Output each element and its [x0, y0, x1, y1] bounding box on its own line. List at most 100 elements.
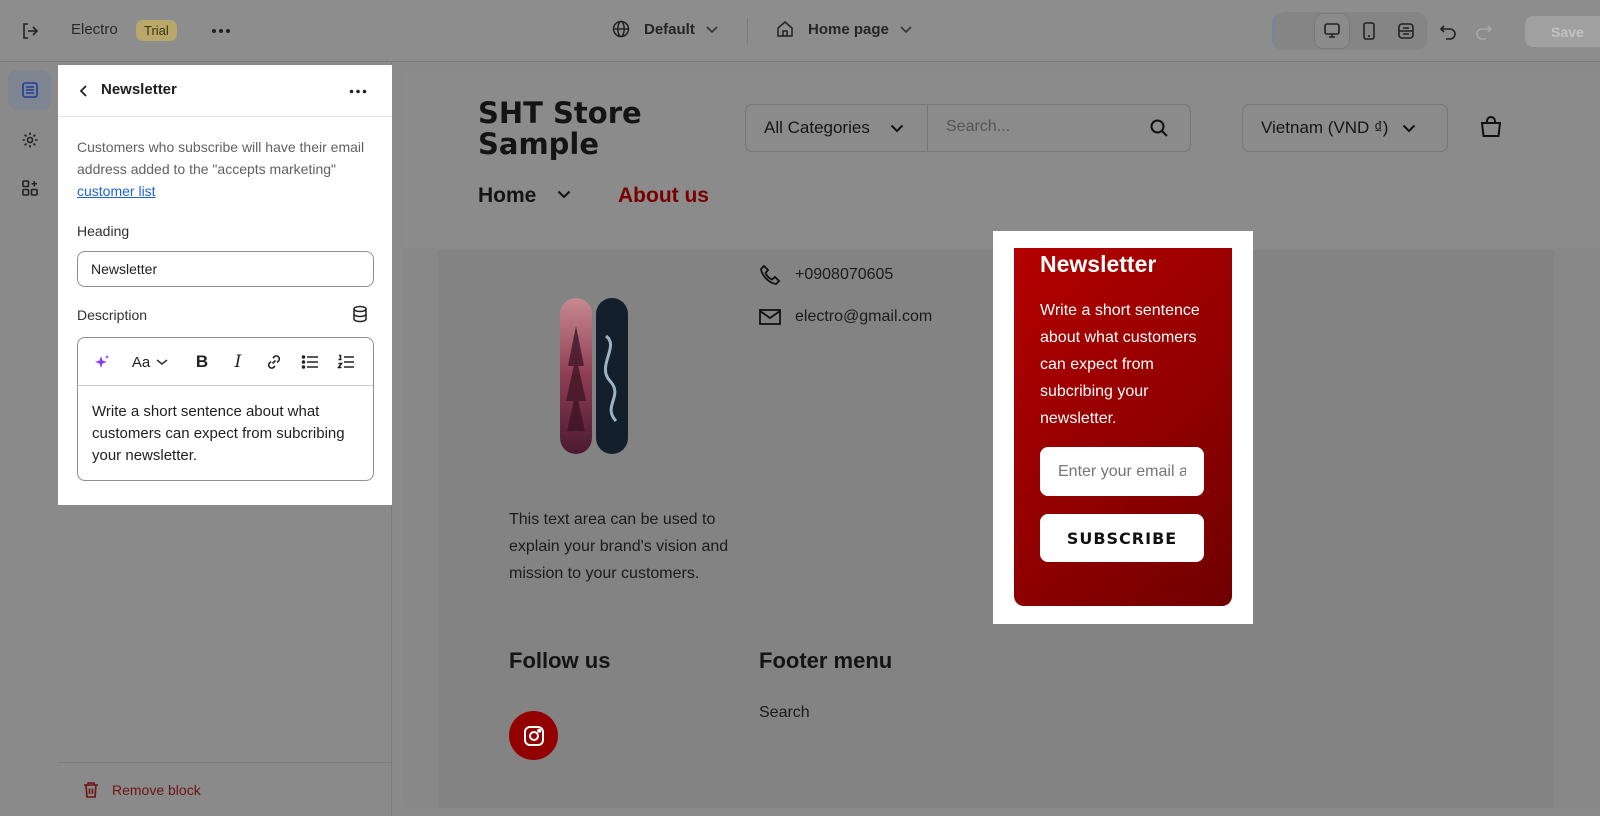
chevron-down-icon	[890, 124, 904, 133]
contact-email: electro@gmail.com	[759, 308, 932, 326]
chevron-down-icon	[705, 24, 719, 34]
italic-button[interactable]: I	[226, 350, 250, 374]
fullwidth-icon	[1397, 22, 1415, 40]
apps-icon	[21, 179, 39, 197]
search-input[interactable]: Search...	[946, 118, 1010, 136]
info-text: Customers who subscribe will have their …	[77, 139, 365, 177]
chevron-down-icon	[156, 358, 168, 366]
heading-input[interactable]	[77, 251, 374, 287]
search-bar: All Categories Search...	[745, 104, 1191, 152]
newsletter-card: Newsletter Write a short sentence about …	[1014, 248, 1232, 606]
rail-apps-button[interactable]	[8, 168, 51, 208]
about-text: This text area can be used to explain yo…	[509, 511, 729, 582]
panel-title: Newsletter	[101, 81, 177, 98]
panel-more-button[interactable]	[346, 80, 370, 102]
undo-icon	[1439, 22, 1457, 40]
chevron-left-icon	[79, 84, 89, 98]
cart-icon[interactable]	[1479, 115, 1503, 139]
chevron-down-icon[interactable]	[557, 190, 571, 199]
home-icon	[776, 20, 794, 38]
newsletter-title: Newsletter	[1040, 251, 1157, 277]
newsletter-email-input[interactable]	[1040, 447, 1204, 496]
redo-icon	[1475, 22, 1493, 40]
subscribe-button[interactable]: SUBSCRIBE	[1040, 514, 1204, 562]
link-button[interactable]	[262, 350, 286, 374]
back-button[interactable]	[74, 81, 94, 101]
search-icon[interactable]	[1149, 118, 1169, 138]
store-header: SHT Store Sample All Categories Search..…	[403, 70, 1600, 248]
bullet-list-icon	[301, 354, 319, 370]
chevron-down-icon	[1402, 124, 1416, 133]
instagram-icon[interactable]	[509, 711, 558, 760]
panel-info-text: Customers who subscribe will have their …	[77, 136, 367, 202]
panel-header: Newsletter	[58, 65, 392, 117]
desktop-icon	[1322, 22, 1342, 40]
mail-icon	[759, 308, 781, 326]
country-select[interactable]: Vietnam (VND ₫)	[1242, 104, 1448, 152]
numbered-list-icon	[337, 354, 355, 370]
remove-block-button[interactable]: Remove block	[58, 762, 392, 816]
fullwidth-view-button[interactable]	[1388, 13, 1424, 49]
footer-menu-heading: Footer menu	[759, 648, 893, 673]
description-editor: Aa B I Write a short sentence about what…	[77, 337, 374, 481]
sections-icon	[21, 81, 39, 99]
logo-line-1: SHT Store	[478, 96, 642, 130]
country-select-label: Vietnam (VND ₫)	[1261, 118, 1389, 137]
store-name: Electro	[71, 21, 118, 38]
globe-icon	[612, 20, 630, 38]
phone-number: +0908070605	[795, 266, 894, 283]
mobile-icon	[1362, 22, 1376, 40]
remove-block-label: Remove block	[112, 782, 201, 798]
ai-sparkle-button[interactable]	[90, 350, 114, 374]
description-label: Description	[77, 307, 148, 323]
desktop-view-button[interactable]	[1314, 13, 1350, 49]
customer-list-link[interactable]: customer list	[77, 183, 156, 199]
heading-label: Heading	[77, 223, 130, 239]
more-horizontal-icon[interactable]	[209, 19, 233, 43]
rte-toolbar: Aa B I	[78, 338, 373, 386]
link-icon	[265, 353, 283, 371]
theme-dropdown-label: Default	[644, 20, 695, 38]
more-horizontal-icon	[349, 89, 367, 94]
page-dropdown-label: Home page	[808, 20, 889, 38]
trash-icon	[83, 781, 99, 799]
page-dropdown[interactable]: Home page	[776, 20, 913, 38]
description-editor-text[interactable]: Write a short sentence about what custom…	[78, 386, 373, 480]
redo-button[interactable]	[1466, 13, 1502, 49]
footer-menu-item[interactable]: Search	[759, 704, 810, 722]
top-bar: Electro Trial Default Home page Save	[0, 0, 1600, 62]
chevron-down-icon	[899, 24, 913, 34]
mobile-view-button[interactable]	[1351, 13, 1387, 49]
dynamic-source-icon[interactable]	[352, 305, 370, 323]
text-style-icon: Aa	[131, 353, 151, 371]
exit-icon[interactable]	[18, 19, 42, 43]
newsletter-description: Write a short sentence about what custom…	[1040, 302, 1200, 427]
newsletter-block-highlight[interactable]: Newsletter Write a short sentence about …	[993, 231, 1253, 624]
nav-home[interactable]: Home	[478, 184, 536, 208]
rail-settings-button[interactable]	[8, 120, 51, 160]
save-button[interactable]: Save	[1525, 16, 1600, 47]
bold-button[interactable]: B	[190, 350, 214, 374]
undo-button[interactable]	[1430, 13, 1466, 49]
divider	[747, 18, 748, 44]
bullet-list-button[interactable]	[298, 350, 322, 374]
category-select[interactable]: All Categories	[746, 105, 928, 151]
numbered-list-button[interactable]	[334, 350, 358, 374]
store-logo[interactable]: SHT Store Sample	[478, 98, 642, 160]
phone-icon	[759, 264, 781, 286]
italic-icon: I	[234, 352, 242, 372]
contact-phone: +0908070605	[759, 264, 893, 286]
text-style-dropdown[interactable]: Aa	[128, 350, 172, 374]
nav-about-us[interactable]: About us	[618, 184, 709, 208]
bold-icon: B	[195, 352, 209, 371]
settings-icon	[21, 131, 39, 149]
theme-dropdown[interactable]: Default	[612, 20, 719, 38]
category-select-label: All Categories	[764, 118, 870, 137]
logo-line-2: Sample	[478, 127, 600, 161]
rail-sections-button[interactable]	[8, 70, 51, 110]
email-address: electro@gmail.com	[795, 308, 933, 325]
follow-us-heading: Follow us	[509, 648, 611, 673]
sparkle-icon	[93, 353, 111, 371]
block-settings-panel: Newsletter Customers who subscribe will …	[58, 65, 392, 505]
trial-badge: Trial	[136, 20, 177, 41]
